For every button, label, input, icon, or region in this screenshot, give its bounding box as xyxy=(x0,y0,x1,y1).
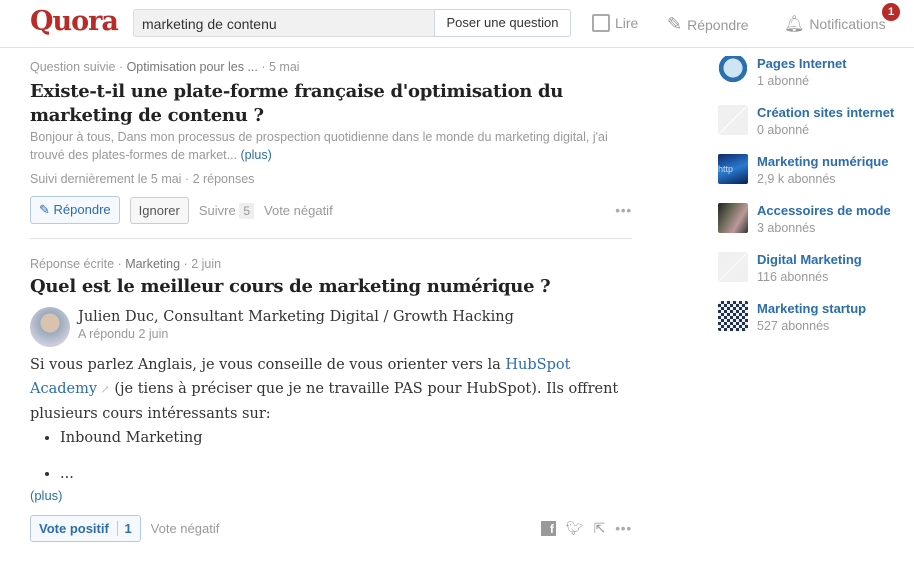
notification-badge: 1 xyxy=(882,3,900,21)
related-topics: Pages Internet 1 abonné Création sites in… xyxy=(718,56,908,350)
upvote-button[interactable]: Vote positif 1 xyxy=(30,515,141,542)
top-bar: Quora marketing de contenu Poser une que… xyxy=(0,0,914,48)
facebook-icon[interactable]: f xyxy=(540,521,556,536)
topic-link[interactable]: Marketing xyxy=(125,257,180,271)
topic-item[interactable]: Marketing startup 527 abonnés xyxy=(718,301,908,350)
follow-status: Suivi dernièrement le 5 mai · 2 réponses xyxy=(30,172,255,186)
more-link[interactable]: (plus) xyxy=(30,488,632,503)
topic-item[interactable]: Accessoires de mode 3 abonnés xyxy=(718,203,908,252)
item-meta: Réponse écrite · Marketing · 2 juin xyxy=(30,257,222,271)
qr-thumbnail xyxy=(718,301,748,331)
follow-button[interactable]: Suivre 5 xyxy=(199,202,255,219)
action-bar: ✎ Répondre Ignorer Suivre 5 Vote négatif… xyxy=(30,196,632,224)
feed: Question suivie · Optimisation pour les … xyxy=(30,60,632,542)
divider xyxy=(30,238,632,239)
external-link-icon: ↗ xyxy=(97,383,110,396)
feed-item-question: Question suivie · Optimisation pour les … xyxy=(30,60,632,224)
item-meta: Question suivie · Optimisation pour les … xyxy=(30,60,300,74)
http-thumbnail: http xyxy=(718,154,748,184)
topic-link[interactable]: Optimisation pour les ... xyxy=(127,60,258,74)
pencil-icon: ✎ xyxy=(667,14,683,34)
action-bar: Vote positif 1 Vote négatif f 🐦︎ ⇱ ••• xyxy=(30,515,632,542)
placeholder-thumbnail xyxy=(718,252,748,282)
search-input[interactable]: marketing de contenu xyxy=(133,9,435,37)
question-snippet: Bonjour à tous, Dans mon processus de pr… xyxy=(30,130,608,162)
fashion-thumbnail xyxy=(718,203,748,233)
answer-list: Inbound Marketing ... xyxy=(30,426,632,486)
feed-item-answer: Réponse écrite · Marketing · 2 juin Quel… xyxy=(30,257,632,542)
twitter-icon[interactable]: 🐦︎ xyxy=(566,520,584,537)
author-row: Julien Duc, Consultant Marketing Digital… xyxy=(30,307,632,347)
topic-item[interactable]: Création sites internet 0 abonné xyxy=(718,105,908,154)
nav-read[interactable]: Lire xyxy=(592,14,638,32)
list-item: ... xyxy=(60,462,632,486)
topic-item[interactable]: Pages Internet 1 abonné xyxy=(718,56,908,105)
bell-icon: 🔔︎ xyxy=(784,16,805,33)
ignore-button[interactable]: Ignorer xyxy=(129,196,189,224)
quora-logo[interactable]: Quora xyxy=(30,6,119,37)
ask-question-button[interactable]: Poser une question xyxy=(434,9,571,37)
more-link[interactable]: (plus) xyxy=(241,148,272,162)
avatar[interactable] xyxy=(30,307,70,347)
question-title[interactable]: Existe-t-il une plate-forme française d'… xyxy=(30,80,632,128)
nav-notifications[interactable]: 🔔︎ Notifications xyxy=(784,14,886,34)
nav-answer[interactable]: ✎ Répondre xyxy=(667,14,749,35)
share-icon[interactable]: ⇱ xyxy=(594,520,606,537)
read-icon xyxy=(592,14,610,32)
answer-button[interactable]: ✎ Répondre xyxy=(30,196,120,224)
downvote-button[interactable]: Vote négatif xyxy=(264,203,333,218)
answer-body: Si vous parlez Anglais, je vous conseill… xyxy=(30,357,619,422)
question-title[interactable]: Quel est le meilleur cours de marketing … xyxy=(30,275,632,299)
list-item: Inbound Marketing xyxy=(60,426,632,450)
downvote-button[interactable]: Vote négatif xyxy=(151,521,220,536)
author-name[interactable]: Julien Duc, Consultant Marketing Digital… xyxy=(78,307,514,327)
topic-item[interactable]: http Marketing numérique 2,9 k abonnés xyxy=(718,154,908,203)
more-options-icon[interactable]: ••• xyxy=(615,521,632,536)
placeholder-thumbnail xyxy=(718,105,748,135)
topic-item[interactable]: Digital Marketing 116 abonnés xyxy=(718,252,908,301)
more-options-icon[interactable]: ••• xyxy=(615,203,632,218)
pencil-icon: ✎ xyxy=(39,202,50,217)
answered-date: A répondu 2 juin xyxy=(78,327,169,341)
globe-thumbnail xyxy=(718,56,748,86)
